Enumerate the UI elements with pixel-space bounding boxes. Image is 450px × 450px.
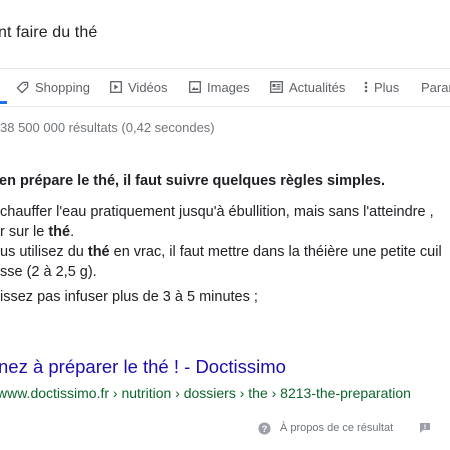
- about-result-link[interactable]: ? À propos de ce résultat: [258, 419, 393, 437]
- svg-text:?: ?: [262, 423, 268, 433]
- snippet-line: issez pas infuser plus de 3 à 5 minutes …: [0, 287, 450, 307]
- about-result-label: À propos de ce résultat: [280, 422, 394, 434]
- snippet-text: sse (2 à 2,5 g).: [0, 264, 97, 280]
- footer-divider: [0, 411, 450, 412]
- snippet-heading: en prépare le thé, il faut suivre quelqu…: [0, 173, 385, 189]
- result-stats: 38 500 000 résultats (0,42 secondes): [0, 120, 215, 135]
- feedback-icon: [420, 423, 430, 433]
- snippet-text: r sur le: [0, 224, 49, 240]
- snippet-text: us utilisez du: [0, 244, 88, 260]
- tab-actualites[interactable]: Actualités: [270, 78, 345, 96]
- play-icon: [110, 81, 122, 93]
- snippet-bold: thé: [87, 244, 110, 260]
- search-input[interactable]: nt faire du thé: [0, 24, 97, 42]
- tab-label: Plus: [374, 79, 400, 95]
- tab-label: Actualités: [289, 79, 346, 95]
- tab-plus[interactable]: Plus: [364, 78, 399, 96]
- tag-icon: [16, 81, 29, 93]
- snippet-line: us utilisez du thé en vrac, il faut mett…: [0, 242, 450, 262]
- snippet-text: en vrac, il faut mettre dans la théière …: [109, 244, 442, 260]
- snippet-line: sse (2 à 2,5 g).: [0, 262, 450, 282]
- news-icon: [270, 81, 283, 93]
- tab-label: Vidéos: [128, 79, 168, 95]
- tab-videos[interactable]: Vidéos: [110, 78, 168, 96]
- tab-shopping[interactable]: Shopping: [16, 78, 90, 96]
- tab-all-active-indicator: [0, 101, 7, 104]
- more-vert-icon: [364, 81, 368, 93]
- tab-label: Shopping: [35, 79, 90, 95]
- tab-label: Param: [421, 79, 450, 95]
- featured-snippet: en prépare le thé, il faut suivre quelqu…: [0, 171, 450, 307]
- snippet-text: issez pas infuser plus de 3 à 5 minutes …: [0, 289, 258, 305]
- result-title-link[interactable]: nez à préparer le thé ! - Doctissimo: [0, 356, 286, 378]
- snippet-text: chauffer l'eau pratiquement jusqu'à ébul…: [0, 204, 434, 220]
- result-url[interactable]: www.doctissimo.fr › nutrition › dossiers…: [0, 385, 411, 401]
- snippet-line: r sur le thé.: [0, 222, 450, 242]
- search-box[interactable]: nt faire du thé: [0, 0, 450, 69]
- feedback-button[interactable]: [419, 419, 431, 437]
- image-icon: [189, 81, 201, 93]
- snippet-text: .: [70, 224, 75, 240]
- help-circle-icon: ?: [258, 421, 271, 435]
- tab-label: Images: [207, 79, 250, 95]
- tab-images[interactable]: Images: [189, 78, 250, 96]
- tab-parametres[interactable]: Param: [421, 78, 450, 96]
- snippet-bold: thé: [48, 224, 71, 240]
- snippet-line: chauffer l'eau pratiquement jusqu'à ébul…: [0, 202, 450, 222]
